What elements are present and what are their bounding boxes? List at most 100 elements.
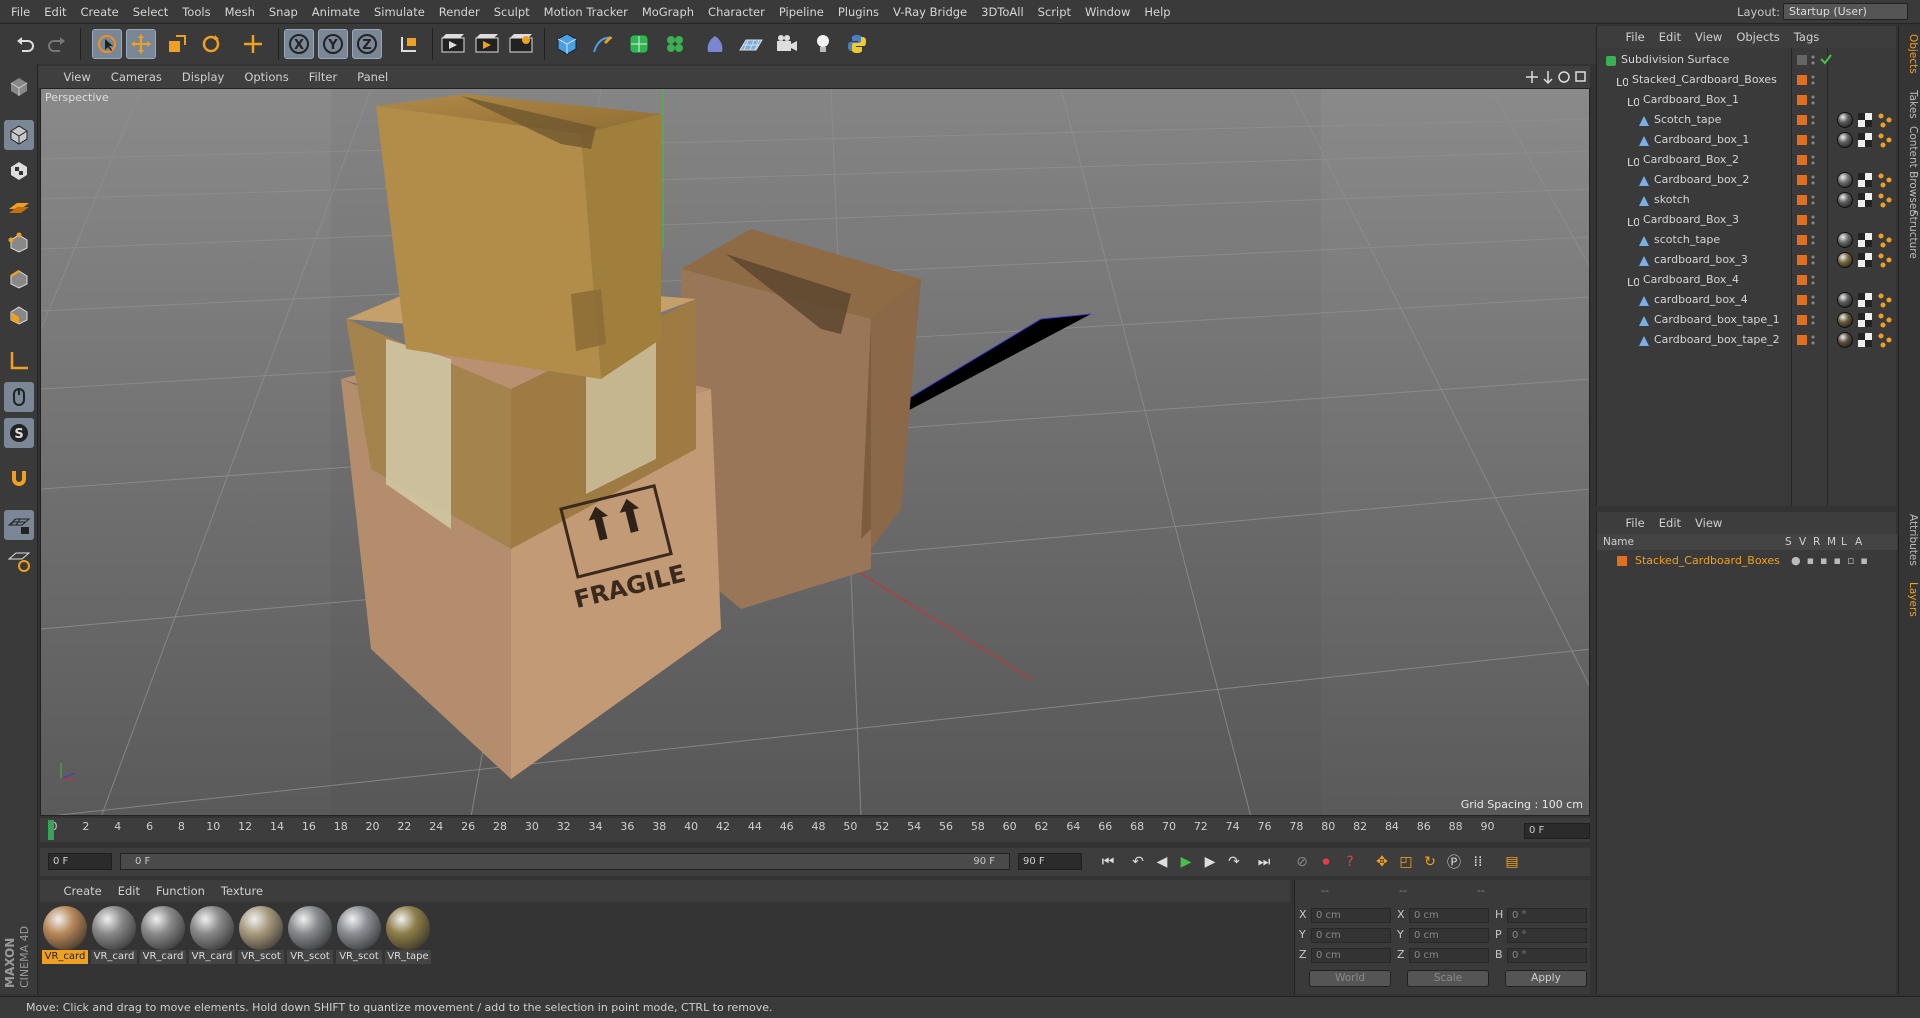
layer-color-chip[interactable] [1797,155,1807,165]
playhead-marker[interactable] [48,820,54,840]
uvw-tag-icon[interactable] [1857,172,1873,188]
menu-3dtoall[interactable]: 3DToAll [974,0,1031,24]
material-tag-icon[interactable] [1837,232,1853,248]
object-menu-file[interactable]: File [1619,26,1652,48]
layer-color-chip[interactable] [1797,315,1807,325]
object-row[interactable]: cardboard_box_4 [1599,290,1895,310]
position-z-field[interactable]: 0 cm [1311,948,1391,963]
layer-color-chip[interactable] [1797,215,1807,225]
visibility-dots[interactable] [1811,253,1815,267]
tab-attributes[interactable]: Attributes [1901,510,1919,570]
layer-color-chip[interactable] [1797,295,1807,305]
layer-row[interactable]: Stacked_Cardboard_Boxes ●▪▪▪▫▪ [1597,552,1897,570]
autokey-icon[interactable]: ⏺ [1314,851,1338,873]
timeline-ruler[interactable]: 0 2 4 6 8 10 12 14 16 18 20 22 24 26 28 30 32 34 36 38 40 42 4… [48,818,1518,842]
layer-flags[interactable]: ●▪▪▪▫▪ [1791,554,1874,567]
object-row[interactable]: Cardboard_box_2 [1599,170,1895,190]
frame-range-slider[interactable]: 0 F 90 F [120,853,1010,870]
material-tag-icon[interactable] [1837,252,1853,268]
object-row[interactable]: scotch_tape [1599,230,1895,250]
visibility-dots[interactable] [1811,133,1815,147]
material-swatch[interactable]: VR_scot [238,906,284,964]
next-key-icon[interactable]: ↷ [1222,851,1246,873]
object-row[interactable]: Subdivision Surface [1599,50,1895,70]
object-row[interactable]: Cardboard_box_tape_2 [1599,330,1895,350]
object-menu-tags[interactable]: Tags [1787,26,1826,48]
phong-tag-icon[interactable] [1877,172,1893,188]
object-row[interactable]: L0 Cardboard_Box_3 [1599,210,1895,230]
object-row[interactable]: L0 Cardboard_Box_4 [1599,270,1895,290]
move-tool-icon[interactable] [126,29,156,59]
material-swatch[interactable]: VR_scot [336,906,382,964]
floor-icon[interactable] [736,29,766,59]
enabled-check-icon[interactable] [1819,52,1835,68]
keyframe-selection-icon[interactable]: ? [1338,851,1362,873]
snap-magnet-icon[interactable] [4,464,34,494]
viewport-menu-options[interactable]: Options [234,66,298,88]
object-row[interactable]: L0 Cardboard_Box_1 [1599,90,1895,110]
timeline-frame-field[interactable]: 0 F [1524,823,1590,839]
uvw-tag-icon[interactable] [1857,332,1873,348]
material-swatch[interactable]: VR_card [42,906,88,964]
pen-spline-icon[interactable] [588,29,618,59]
menu-mograph[interactable]: MoGraph [635,0,701,24]
render-settings-icon[interactable] [506,29,536,59]
layer-color-chip[interactable] [1797,115,1807,125]
render-picture-viewer-icon[interactable] [472,29,502,59]
layer-color-chip[interactable] [1797,75,1807,85]
layer-color-chip[interactable] [1797,95,1807,105]
go-to-end-icon[interactable]: ⏭ [1252,851,1276,873]
workplane-mode-icon[interactable] [4,192,34,222]
uvw-tag-icon[interactable] [1857,312,1873,328]
layer-color-chip[interactable] [1797,175,1807,185]
deformer-icon[interactable] [700,29,730,59]
viewport-menu-display[interactable]: Display [172,66,234,88]
phong-tag-icon[interactable] [1877,252,1893,268]
live-selection-icon[interactable] [92,29,122,59]
material-swatch[interactable]: VR_card [189,906,235,964]
subdivision-surface-icon[interactable] [624,29,654,59]
camera-icon[interactable] [772,29,802,59]
visibility-dots[interactable] [1811,153,1815,167]
material-menu-function[interactable]: Function [148,880,213,902]
menu-create[interactable]: Create [74,0,126,24]
python-icon[interactable] [842,29,872,59]
end-frame-field[interactable]: 90 F [1018,853,1082,870]
phong-tag-icon[interactable] [1877,332,1893,348]
material-tag-icon[interactable] [1837,172,1853,188]
key-rotation-icon[interactable]: ↻ [1418,851,1442,873]
material-tag-icon[interactable] [1837,312,1853,328]
material-menu-create[interactable]: Create [56,880,110,902]
tab-layers[interactable]: Layers [1901,578,1919,621]
visibility-dots[interactable] [1811,193,1815,207]
points-mode-icon[interactable] [4,228,34,258]
position-x-field[interactable]: 0 cm [1311,908,1391,923]
visibility-dots[interactable] [1811,53,1815,67]
menu-sculpt[interactable]: Sculpt [487,0,537,24]
solo-mode-icon[interactable]: S [4,418,34,448]
workplane-lock-icon[interactable] [4,510,34,540]
visibility-dots[interactable] [1811,113,1815,127]
object-row[interactable]: Scotch_tape [1599,110,1895,130]
layer-color-chip[interactable] [1797,195,1807,205]
phong-tag-icon[interactable] [1877,132,1893,148]
size-y-field[interactable]: 0 cm [1409,928,1489,943]
menu-v-ray-bridge[interactable]: V-Ray Bridge [886,0,974,24]
layer-menu-file[interactable]: File [1619,512,1652,534]
viewport-menu-panel[interactable]: Panel [347,66,398,88]
visibility-dots[interactable] [1811,93,1815,107]
make-editable-icon[interactable] [4,72,34,102]
menu-select[interactable]: Select [126,0,175,24]
material-tag-icon[interactable] [1837,292,1853,308]
visibility-dots[interactable] [1811,333,1815,347]
material-tag-icon[interactable] [1837,112,1853,128]
object-row[interactable]: L0 Stacked_Cardboard_Boxes [1599,70,1895,90]
key-position-icon[interactable]: ✥ [1370,851,1394,873]
layer-menu-edit[interactable]: Edit [1652,512,1688,534]
phong-tag-icon[interactable] [1877,292,1893,308]
cloner-icon[interactable] [660,29,690,59]
visibility-dots[interactable] [1811,213,1815,227]
planar-workplane-icon[interactable] [4,546,34,576]
coordinate-space-dropdown[interactable]: World [1309,970,1391,987]
light-icon[interactable] [808,29,838,59]
